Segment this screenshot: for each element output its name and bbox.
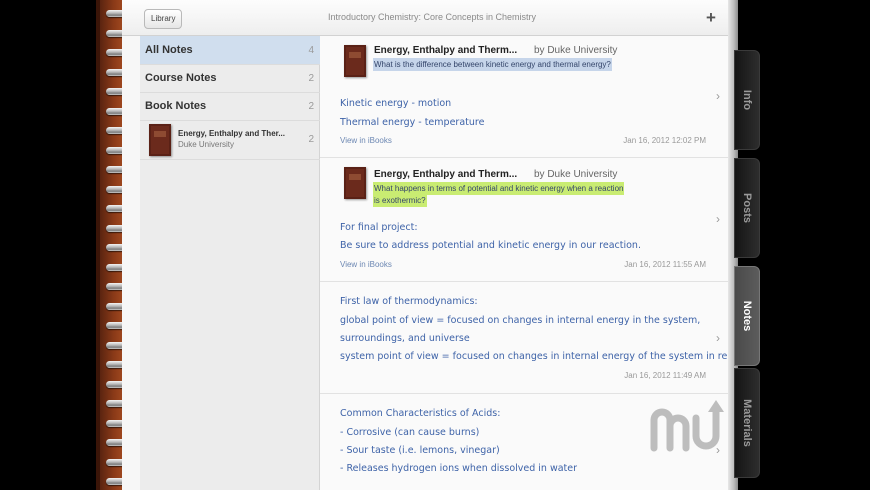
- sidebar-item-label: All Notes: [145, 44, 193, 56]
- note-text-line: For final project:: [340, 222, 418, 233]
- section-tabs: Info Posts Notes Materials: [734, 0, 870, 490]
- note-text-line: - Corrosive (can cause burns): [340, 427, 480, 438]
- tab-info[interactable]: Info: [734, 50, 760, 150]
- note-date: Jan 16, 2012 11:55 AM: [624, 260, 706, 269]
- library-button[interactable]: Library: [144, 9, 183, 29]
- sidebar-item-all-notes[interactable]: All Notes 4: [140, 36, 320, 65]
- sidebar-item-count: 2: [308, 73, 314, 84]
- view-in-ibooks-link[interactable]: View in iBooks: [340, 260, 392, 269]
- notebook-page: Library Introductory Chemistry: Core Con…: [122, 0, 745, 490]
- note-text-line: surroundings, and universe: [340, 333, 470, 344]
- sidebar-item-book[interactable]: Energy, Enthalpy and Ther... Duke Univer…: [140, 120, 320, 160]
- sidebar-book-title: Energy, Enthalpy and Ther...: [178, 129, 285, 138]
- note-book-title: Energy, Enthalpy and Therm...: [374, 169, 518, 180]
- tab-label: Materials: [741, 399, 753, 447]
- note-date: Jan 16, 2012 12:02 PM: [623, 136, 706, 145]
- highlighted-passage: is exothermic?: [373, 194, 427, 207]
- top-toolbar: Library Introductory Chemistry: Core Con…: [122, 0, 728, 36]
- sidebar-item-count: 2: [308, 134, 314, 145]
- book-cover-thumbnail: [344, 167, 366, 199]
- tab-label: Info: [741, 89, 753, 111]
- macupdate-logo: [650, 400, 724, 452]
- tab-notes[interactable]: Notes: [734, 266, 760, 366]
- sidebar-item-label: Course Notes: [145, 72, 217, 84]
- note-text-line: Thermal energy - temperature: [340, 117, 485, 128]
- note-text-line: - Sour taste (i.e. lemons, vinegar): [340, 445, 500, 456]
- note-card[interactable]: Energy, Enthalpy and Therm... by Duke Un…: [320, 36, 728, 158]
- book-title: Introductory Chemistry: Core Concepts in…: [327, 12, 537, 22]
- note-text-line: Common Characteristics of Acids:: [340, 408, 501, 419]
- note-book-author: by Duke University: [534, 45, 618, 56]
- note-text-line: system point of view = focused on change…: [340, 351, 745, 362]
- note-date: Jan 16, 2012 11:49 AM: [624, 371, 706, 380]
- chevron-right-icon[interactable]: ›: [716, 331, 720, 345]
- note-card[interactable]: Energy, Enthalpy and Therm... by Duke Un…: [320, 158, 728, 282]
- note-text-line: - Releases hydrogen ions when dissolved …: [340, 463, 578, 474]
- book-cover-thumbnail: [149, 124, 171, 156]
- tab-materials[interactable]: Materials: [734, 368, 760, 478]
- note-text-line: Kinetic energy - motion: [340, 98, 452, 109]
- chevron-right-icon[interactable]: ›: [716, 89, 720, 103]
- sidebar-item-course-notes[interactable]: Course Notes 2: [140, 64, 320, 93]
- chevron-right-icon[interactable]: ›: [716, 212, 720, 226]
- plus-icon[interactable]: +: [702, 9, 720, 27]
- highlighted-passage: What is the difference between kinetic e…: [373, 58, 612, 71]
- sidebar-item-label: Book Notes: [145, 100, 207, 112]
- note-card[interactable]: First law of thermodynamics: global poin…: [320, 282, 745, 394]
- note-text-line: Be sure to address potential and kinetic…: [340, 240, 641, 251]
- sidebar-item-count: 2: [308, 101, 314, 112]
- notes-sidebar: All Notes 4 Course Notes 2 Book Notes 2 …: [140, 36, 320, 490]
- sidebar-item-count: 4: [308, 45, 314, 56]
- note-text-line: First law of thermodynamics:: [340, 296, 478, 307]
- sidebar-item-book-notes[interactable]: Book Notes 2: [140, 92, 320, 121]
- book-cover-thumbnail: [344, 45, 366, 77]
- sidebar-book-author: Duke University: [178, 140, 235, 149]
- view-in-ibooks-link[interactable]: View in iBooks: [340, 136, 392, 145]
- tab-label: Posts: [741, 193, 753, 223]
- tab-label: Notes: [741, 300, 753, 332]
- tab-posts[interactable]: Posts: [734, 158, 760, 258]
- note-text-line: global point of view = focused on change…: [340, 315, 701, 326]
- note-book-author: by Duke University: [534, 169, 618, 180]
- note-book-title: Energy, Enthalpy and Therm...: [374, 45, 518, 56]
